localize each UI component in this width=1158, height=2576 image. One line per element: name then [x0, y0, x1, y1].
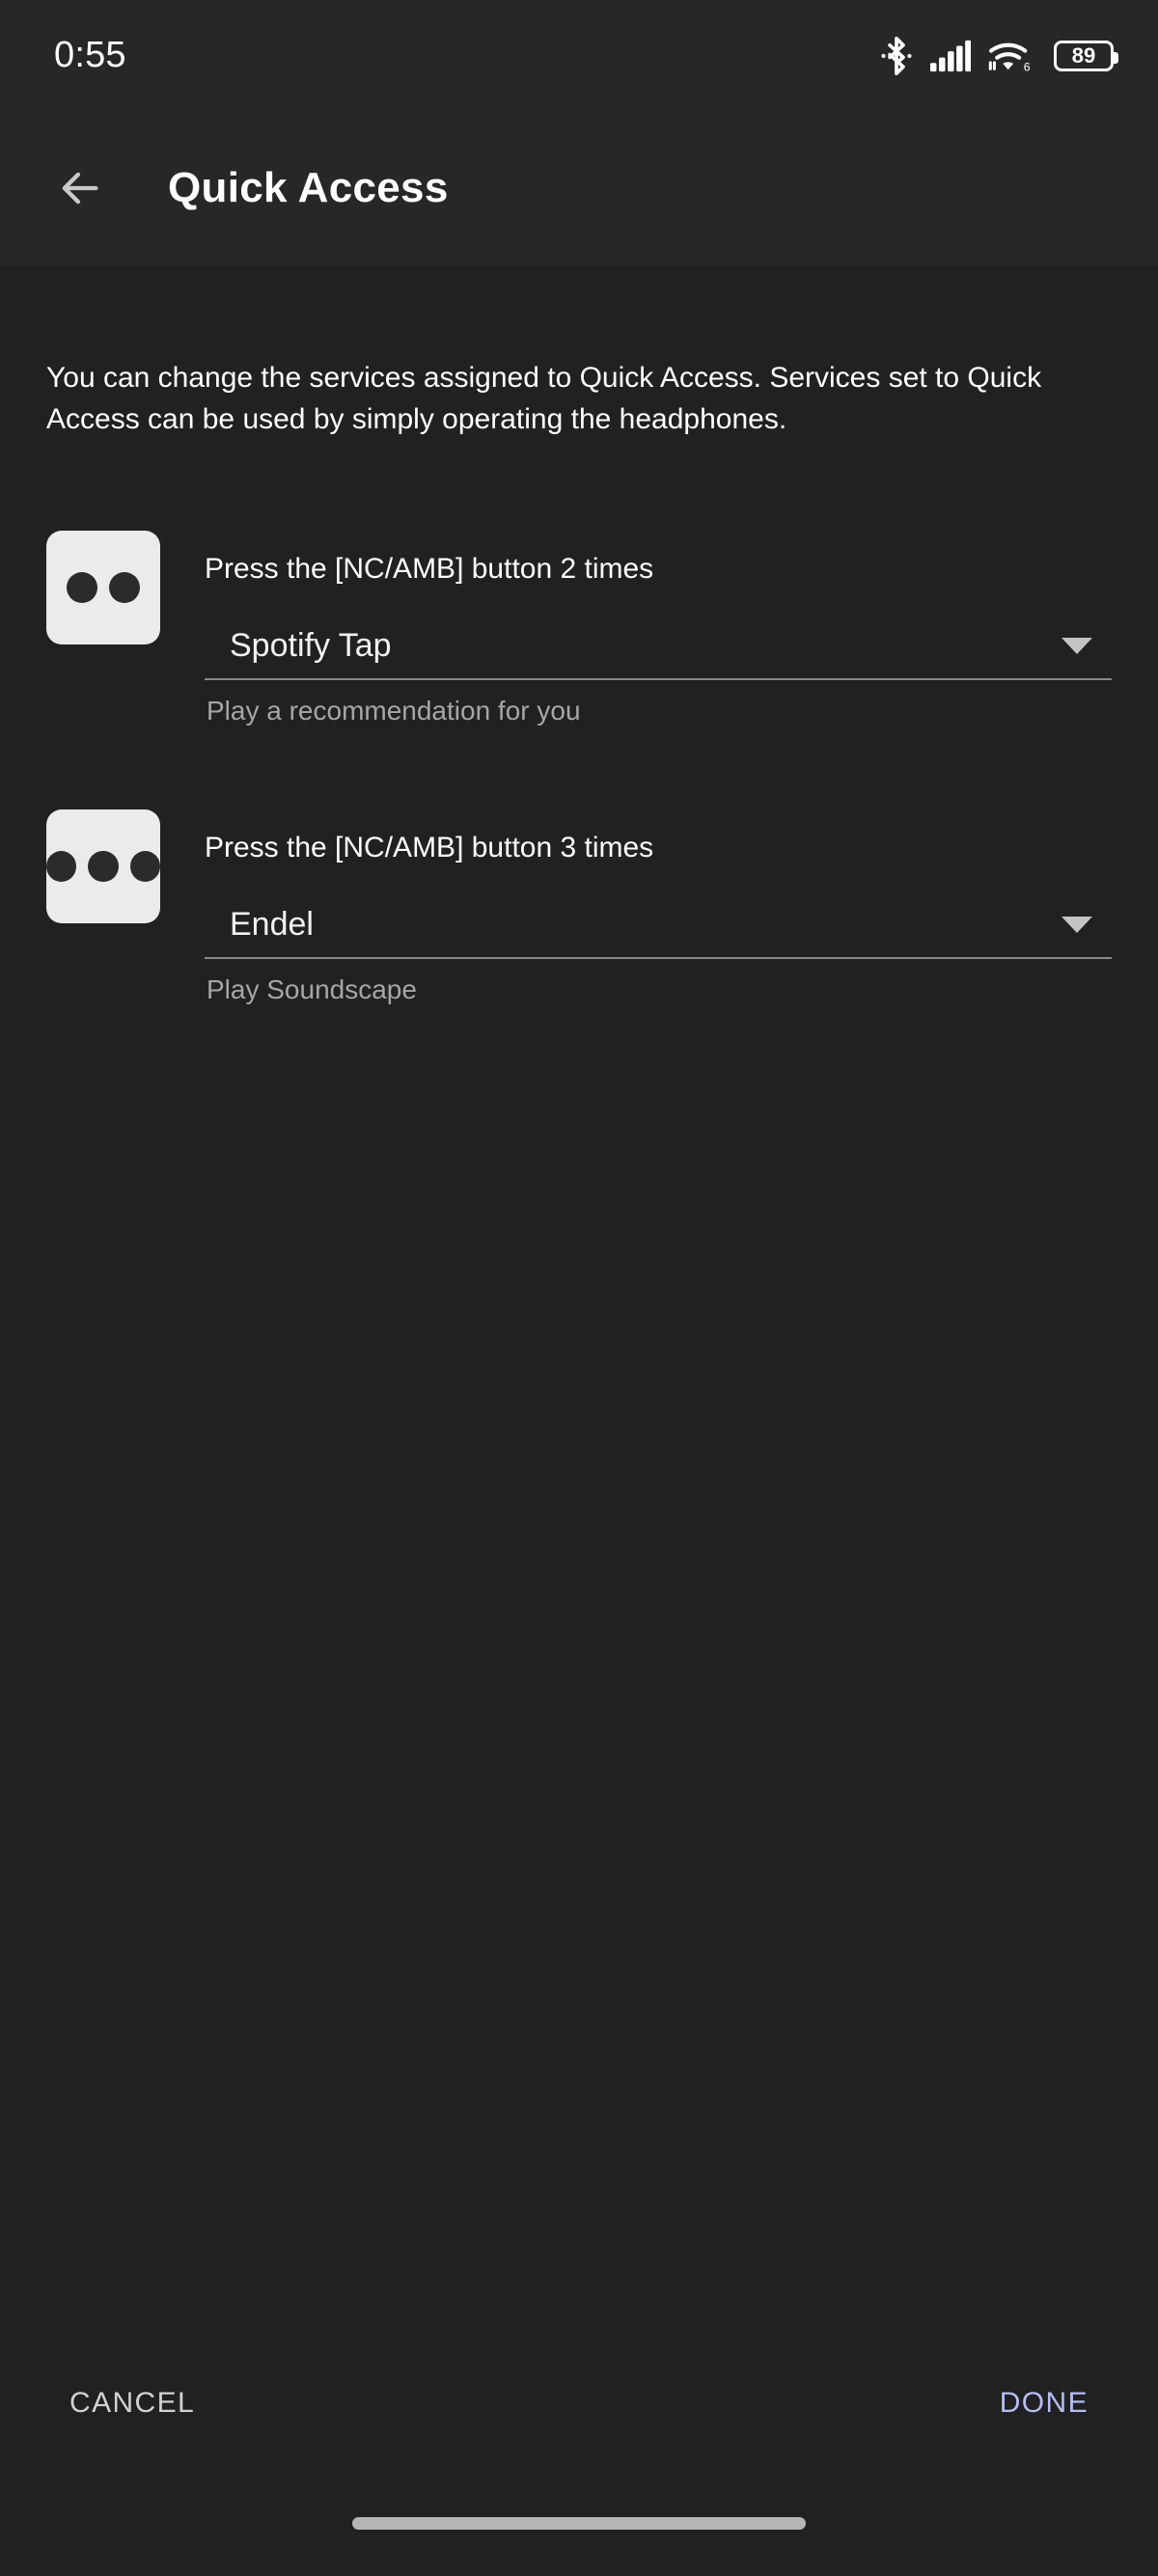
row-body: Press the [NC/AMB] button 3 times Endel …: [205, 809, 1112, 1005]
quick-access-row-1: Press the [NC/AMB] button 2 times Spotif…: [46, 531, 1112, 726]
home-gesture-pill[interactable]: [352, 2516, 806, 2530]
service-dropdown-1[interactable]: Spotify Tap: [205, 627, 1112, 681]
dot: [46, 851, 77, 883]
status-bar-clock: 0:55: [54, 35, 126, 75]
service-dropdown-value: Endel: [230, 906, 314, 944]
battery-level-label: 89: [1071, 42, 1096, 68]
row-instruction-label: Press the [NC/AMB] button 2 times: [205, 553, 654, 586]
battery-icon: 89: [1054, 40, 1118, 71]
two-dots-icon: [46, 531, 160, 645]
navigation-gesture-area: [0, 2470, 1158, 2576]
chevron-down-icon: [1062, 638, 1092, 655]
svg-text:6: 6: [1024, 60, 1031, 73]
dot: [88, 851, 119, 883]
service-description-label: Play a recommendation for you: [207, 696, 581, 726]
description-text: You can change the services assigned to …: [46, 362, 1042, 435]
page-title: Quick Access: [168, 164, 449, 211]
dot: [109, 572, 140, 604]
bottom-action-bar: CANCEL DONE: [0, 2375, 1158, 2431]
dot: [129, 851, 160, 883]
back-arrow-icon[interactable]: [54, 163, 104, 213]
bluetooth-icon: [880, 36, 913, 76]
main-content: You can change the services assigned to …: [0, 358, 1158, 1005]
chevron-down-icon: [1062, 917, 1092, 934]
quick-access-row-2: Press the [NC/AMB] button 3 times Endel …: [46, 809, 1112, 1005]
app-bar: Quick Access: [0, 111, 1158, 265]
cellular-signal-icon: [930, 40, 971, 72]
row-instruction-label: Press the [NC/AMB] button 3 times: [205, 832, 654, 864]
service-dropdown-value: Spotify Tap: [230, 627, 392, 665]
service-dropdown-2[interactable]: Endel: [205, 906, 1112, 960]
service-description-label: Play Soundscape: [207, 974, 417, 1005]
status-bar: 0:55 6 89: [0, 0, 1158, 111]
done-button[interactable]: DONE: [996, 2375, 1092, 2431]
cancel-button[interactable]: CANCEL: [66, 2375, 199, 2431]
status-bar-icons: 6 89: [880, 36, 1118, 76]
three-dots-icon: [46, 809, 160, 924]
wifi-6-icon: 6: [988, 39, 1033, 73]
row-body: Press the [NC/AMB] button 2 times Spotif…: [205, 531, 1112, 726]
dot: [67, 572, 97, 604]
